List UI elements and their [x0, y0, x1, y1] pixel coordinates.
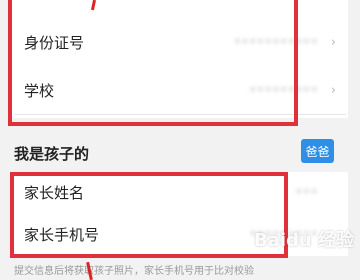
relation-button-dad[interactable]: 爸爸 [301, 139, 334, 163]
highlight-box-student [8, 0, 298, 126]
watermark-text: Baidu 经验 [253, 230, 354, 251]
paw-logo-icon [234, 230, 250, 247]
chevron-right-icon: › [330, 34, 336, 50]
chevron-right-icon: › [330, 82, 336, 98]
relation-section-title: 我是孩子的 [14, 145, 90, 163]
submit-hint-text: 提交信息后将获取孩子照片，家长手机号用于比对校验 [14, 266, 254, 277]
baidu-jingyan-watermark: Baidu 经验 [232, 226, 354, 252]
parent-name-value: ••• [294, 184, 318, 200]
